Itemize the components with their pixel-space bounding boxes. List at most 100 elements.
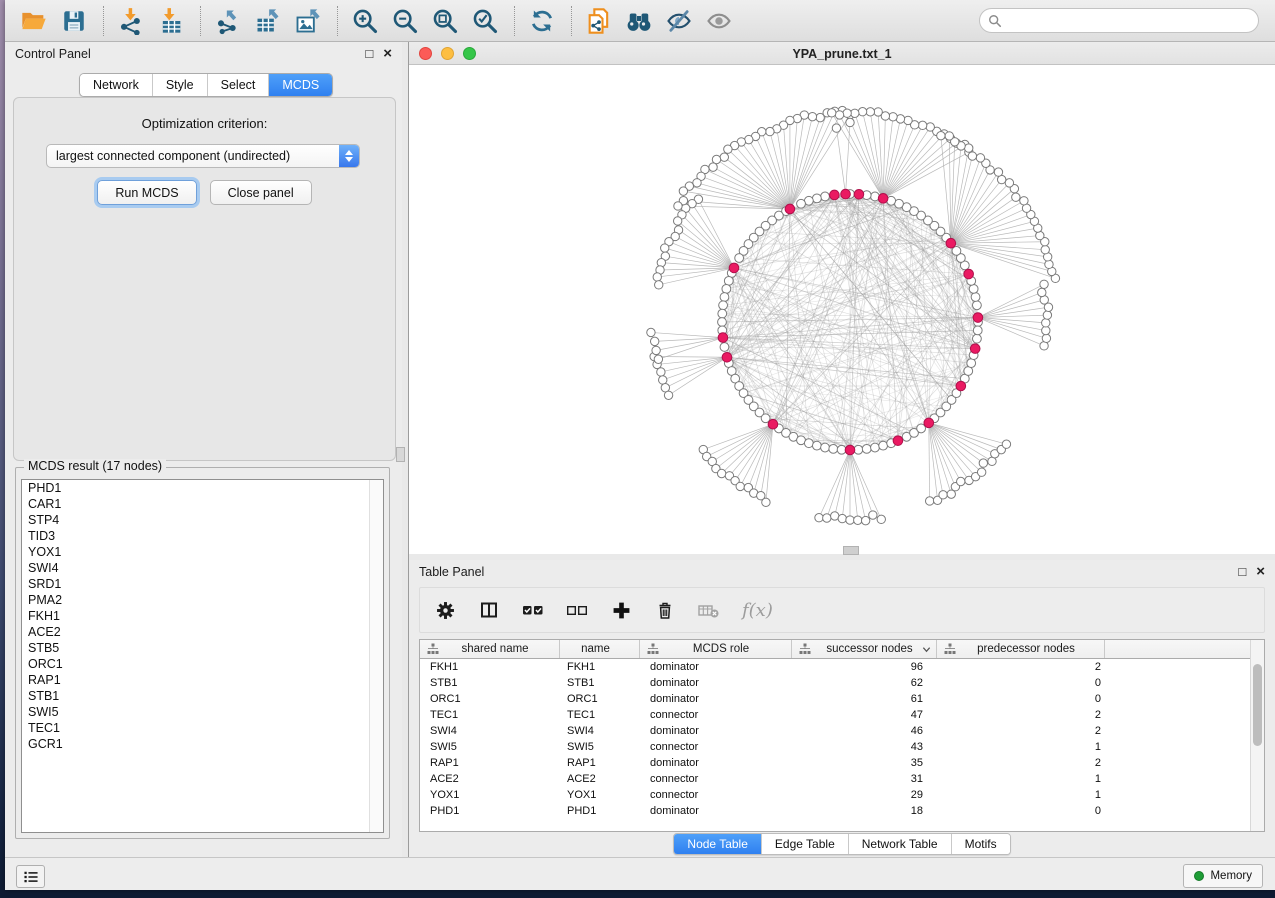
hide-selected-button[interactable] <box>662 4 696 38</box>
show-columns-button[interactable] <box>478 599 500 621</box>
cytoscape-window: Control Panel □ × Network Style Select M… <box>5 0 1275 890</box>
mcds-result-item[interactable]: GCR1 <box>22 736 383 752</box>
zoom-in-button[interactable] <box>348 4 382 38</box>
mcds-result-item[interactable]: SWI5 <box>22 704 383 720</box>
network-canvas[interactable] <box>409 65 1275 554</box>
criterion-value: largest connected component (undirected) <box>47 149 339 163</box>
table-row[interactable]: STB1STB1dominator620 <box>420 675 1264 691</box>
close-panel-button[interactable]: Close panel <box>210 180 312 205</box>
table-row[interactable]: TEC1TEC1connector472 <box>420 707 1264 723</box>
export-image-button[interactable] <box>291 4 325 38</box>
table-options-button[interactable] <box>434 599 456 621</box>
node-table: shared name name MCDS role successor nod… <box>419 639 1265 832</box>
select-all-checks-button[interactable] <box>522 599 544 621</box>
mcds-result-item[interactable]: TEC1 <box>22 720 383 736</box>
export-table-button[interactable] <box>251 4 285 38</box>
tab-network-table[interactable]: Network Table <box>849 834 952 854</box>
result-list-scrollbar[interactable] <box>369 480 383 832</box>
mcds-result-item[interactable]: PMA2 <box>22 592 383 608</box>
save-session-button[interactable] <box>57 4 91 38</box>
table-row[interactable]: PHD1PHD1dominator180 <box>420 803 1264 819</box>
mcds-result-item[interactable]: ACE2 <box>22 624 383 640</box>
table-scrollbar[interactable] <box>1250 640 1264 831</box>
mcds-result-item[interactable]: PHD1 <box>22 480 383 496</box>
mcds-result-list[interactable]: PHD1CAR1STP4TID3YOX1SWI4SRD1PMA2FKH1ACE2… <box>21 479 384 833</box>
column-header-mcds-role[interactable]: MCDS role <box>640 640 792 658</box>
table-row[interactable]: ACE2ACE2connector311 <box>420 771 1264 787</box>
mcds-result-item[interactable]: ORC1 <box>22 656 383 672</box>
close-window-icon[interactable] <box>419 47 432 60</box>
delete-table-button[interactable] <box>698 599 720 621</box>
function-builder-button[interactable]: f(x) <box>742 600 773 621</box>
show-all-button[interactable] <box>702 4 736 38</box>
import-table-button[interactable] <box>154 4 188 38</box>
close-panel-icon[interactable]: × <box>383 46 392 61</box>
table-row[interactable]: SWI5SWI5connector431 <box>420 739 1264 755</box>
refresh-view-button[interactable] <box>525 4 559 38</box>
task-history-button[interactable] <box>16 865 45 888</box>
table-row[interactable]: ORC1ORC1dominator610 <box>420 691 1264 707</box>
export-network-button[interactable] <box>211 4 245 38</box>
search-field[interactable] <box>979 8 1259 33</box>
tab-network[interactable]: Network <box>80 74 153 96</box>
mcds-result-item[interactable]: FKH1 <box>22 608 383 624</box>
tab-style[interactable]: Style <box>153 74 208 96</box>
table-row[interactable]: SWI4SWI4dominator462 <box>420 723 1264 739</box>
mcds-result-item[interactable]: CAR1 <box>22 496 383 512</box>
column-header-successor-nodes[interactable]: successor nodes <box>792 640 937 658</box>
find-button[interactable] <box>622 4 656 38</box>
zoom-in-icon <box>351 7 379 35</box>
search-input[interactable] <box>1002 14 1258 28</box>
tab-select[interactable]: Select <box>208 74 270 96</box>
table-row[interactable]: FKH1FKH1dominator962 <box>420 659 1264 675</box>
column-header-name[interactable]: name <box>560 640 640 658</box>
vertical-splitter[interactable] <box>402 42 409 857</box>
gear-icon <box>436 601 455 620</box>
mcds-result-item[interactable]: TID3 <box>22 528 383 544</box>
table-cell: 2 <box>937 757 1105 769</box>
duplicate-network-button[interactable] <box>582 4 616 38</box>
run-mcds-button[interactable]: Run MCDS <box>97 180 196 205</box>
mcds-result-item[interactable]: YOX1 <box>22 544 383 560</box>
table-panel-title: Table Panel <box>419 565 484 579</box>
table-row[interactable]: YOX1YOX1connector291 <box>420 787 1264 803</box>
mcds-result-item[interactable]: STP4 <box>22 512 383 528</box>
float-panel-icon[interactable]: □ <box>365 47 373 60</box>
close-table-panel-icon[interactable]: × <box>1256 564 1265 579</box>
control-panel-header: Control Panel □ × <box>5 42 402 65</box>
horizontal-splitter-handle[interactable] <box>843 546 859 555</box>
column-header-shared-name[interactable]: shared name <box>420 640 560 658</box>
table-scrollbar-thumb[interactable] <box>1253 664 1262 746</box>
tab-mcds[interactable]: MCDS <box>269 74 332 96</box>
mcds-result-item[interactable]: RAP1 <box>22 672 383 688</box>
plus-icon <box>612 601 631 620</box>
zoom-selected-button[interactable] <box>468 4 502 38</box>
maximize-window-icon[interactable] <box>463 47 476 60</box>
column-header-predecessor-nodes[interactable]: predecessor nodes <box>937 640 1105 658</box>
zoom-fit-button[interactable] <box>428 4 462 38</box>
refresh-icon <box>528 7 556 35</box>
tab-motifs[interactable]: Motifs <box>952 834 1010 854</box>
add-column-button[interactable] <box>610 599 632 621</box>
vertical-splitter-handle[interactable] <box>396 447 405 462</box>
mcds-result-item[interactable]: STB5 <box>22 640 383 656</box>
toolbar-separator <box>200 6 201 36</box>
float-table-panel-icon[interactable]: □ <box>1238 565 1246 578</box>
tab-node-table[interactable]: Node Table <box>674 834 762 854</box>
tab-edge-table[interactable]: Edge Table <box>762 834 849 854</box>
deselect-all-checks-button[interactable] <box>566 599 588 621</box>
delete-column-button[interactable] <box>654 599 676 621</box>
table-row[interactable]: RAP1RAP1dominator352 <box>420 755 1264 771</box>
table-cell: PHD1 <box>420 805 560 817</box>
import-network-button[interactable] <box>114 4 148 38</box>
mcds-result-item[interactable]: SWI4 <box>22 560 383 576</box>
mcds-result-item[interactable]: STB1 <box>22 688 383 704</box>
criterion-dropdown[interactable]: largest connected component (undirected) <box>46 144 360 168</box>
memory-button[interactable]: Memory <box>1183 864 1263 888</box>
open-session-button[interactable] <box>17 4 51 38</box>
table-cell: ORC1 <box>560 693 640 705</box>
minimize-window-icon[interactable] <box>441 47 454 60</box>
memory-label: Memory <box>1210 870 1252 882</box>
mcds-result-item[interactable]: SRD1 <box>22 576 383 592</box>
zoom-out-button[interactable] <box>388 4 422 38</box>
